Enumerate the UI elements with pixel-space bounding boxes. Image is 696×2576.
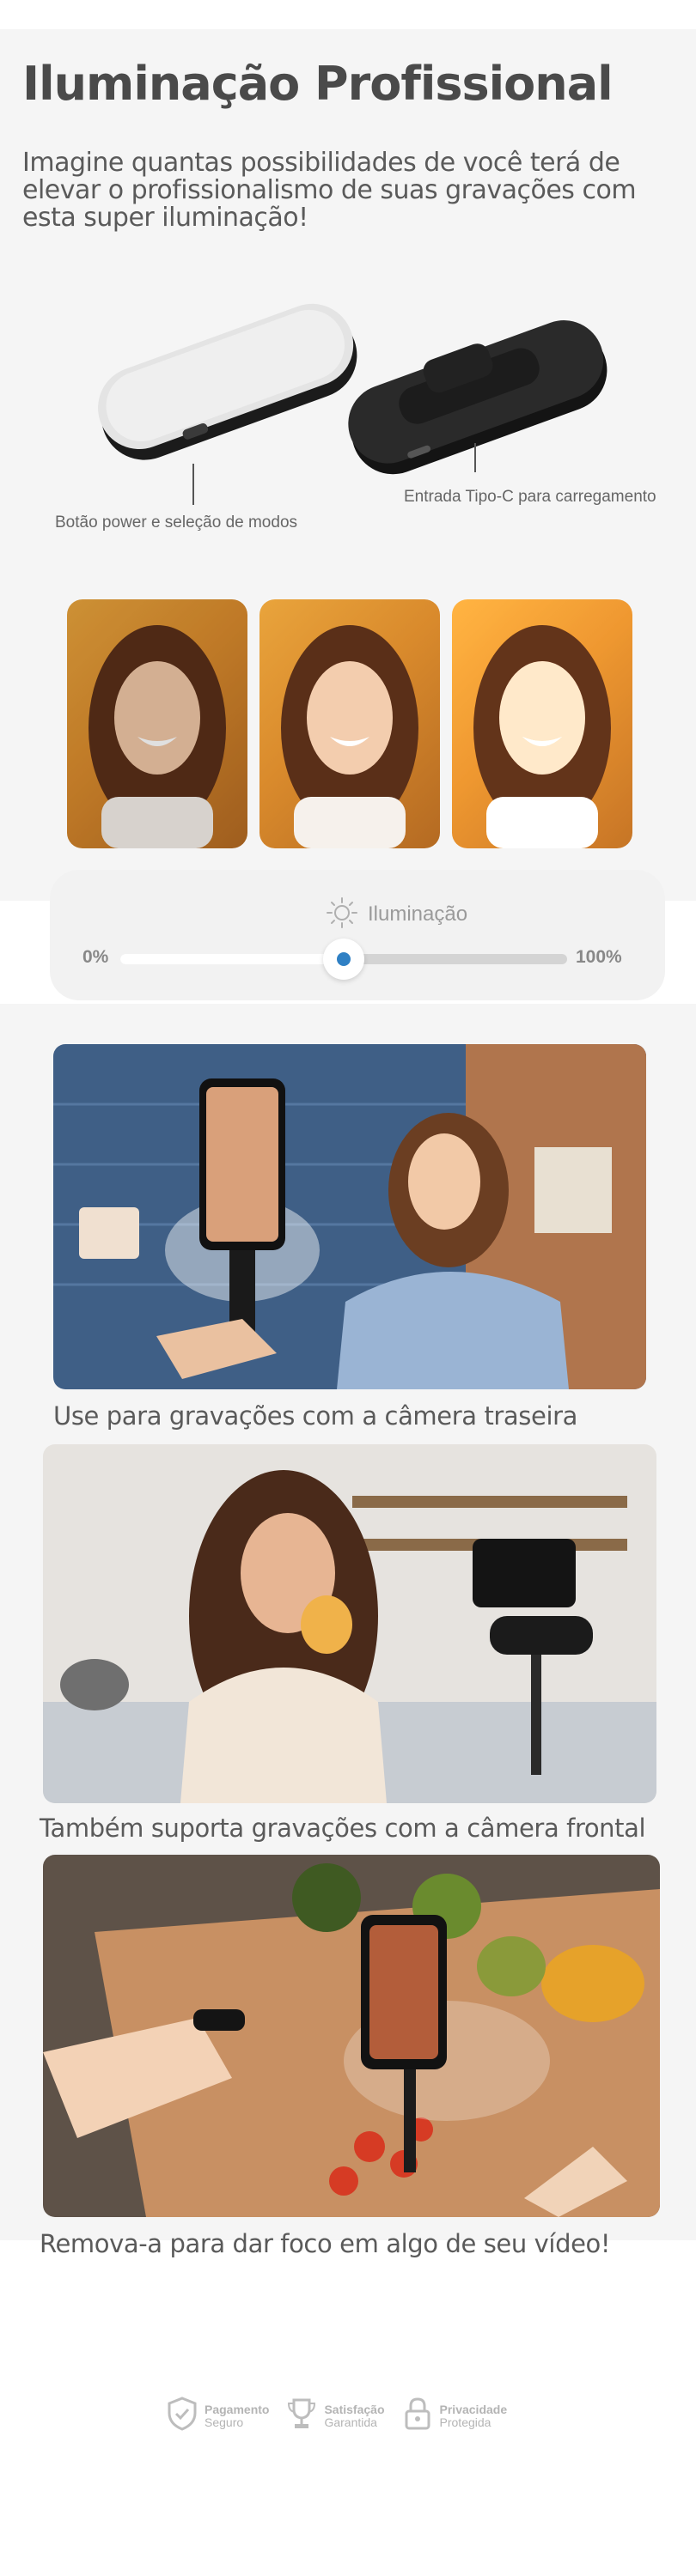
photo-front-camera-caption: Também suporta gravações com a câmera fr… [40,1814,646,1843]
portrait-medium [259,599,440,848]
trust-badge-privacy-line2: Protegida [439,2415,491,2429]
portrait-bright [452,599,632,848]
typec-port-caption: Entrada Tipo-C para carregamento [404,488,656,506]
brightness-max-label: 100% [576,947,622,967]
trust-badge-privacy-line1: Privacidade [439,2402,508,2416]
top-band [0,0,696,29]
padlock-icon [400,2396,435,2436]
sun-icon [325,896,359,934]
brightness-slider[interactable] [120,939,567,980]
brightness-header: Iluminação [325,896,468,934]
trust-badge-privacy: Privacidade Protegida [400,2396,508,2436]
trophy-icon [284,2396,319,2436]
typec-callout-line-v [474,443,476,472]
light-back-view [335,280,610,486]
trust-badge-payment-line1: Pagamento [205,2402,270,2416]
brightness-min-label: 0% [82,947,109,967]
power-button-caption: Botão power e seleção de modos [55,513,298,532]
trust-badges: Pagamento Seguro Satisfação Garantida Priv… [165,2396,507,2436]
trust-badge-satisfaction: Satisfação Garantida [284,2396,385,2436]
photo-detached-light-caption: Remova-a para dar foco em algo de seu ví… [40,2229,611,2258]
power-callout-line [192,464,194,505]
brightness-control: Iluminação 0% 100% [50,870,665,1000]
shield-check-icon [165,2396,199,2436]
brightness-label: Iluminação [368,902,468,926]
photo-rear-camera-caption: Use para gravações com a câmera traseira [53,1401,578,1431]
trust-badge-payment: Pagamento Seguro [165,2396,269,2436]
trust-badge-satisfaction-line1: Satisfação [324,2402,385,2416]
brightness-fill [120,954,344,964]
photo-rear-camera [53,1044,646,1389]
page-subtitle: Imagine quantas possibilidades de você t… [22,148,637,233]
portrait-dim [67,599,247,848]
photo-front-camera [43,1444,656,1803]
trust-badge-payment-line2: Seguro [205,2415,244,2429]
trust-badge-satisfaction-line2: Garantida [324,2415,377,2429]
page-title: Iluminação Profissional [22,57,614,111]
light-front-view [86,301,369,464]
photo-detached-light [43,1855,660,2217]
brightness-slider-thumb[interactable] [323,939,364,980]
